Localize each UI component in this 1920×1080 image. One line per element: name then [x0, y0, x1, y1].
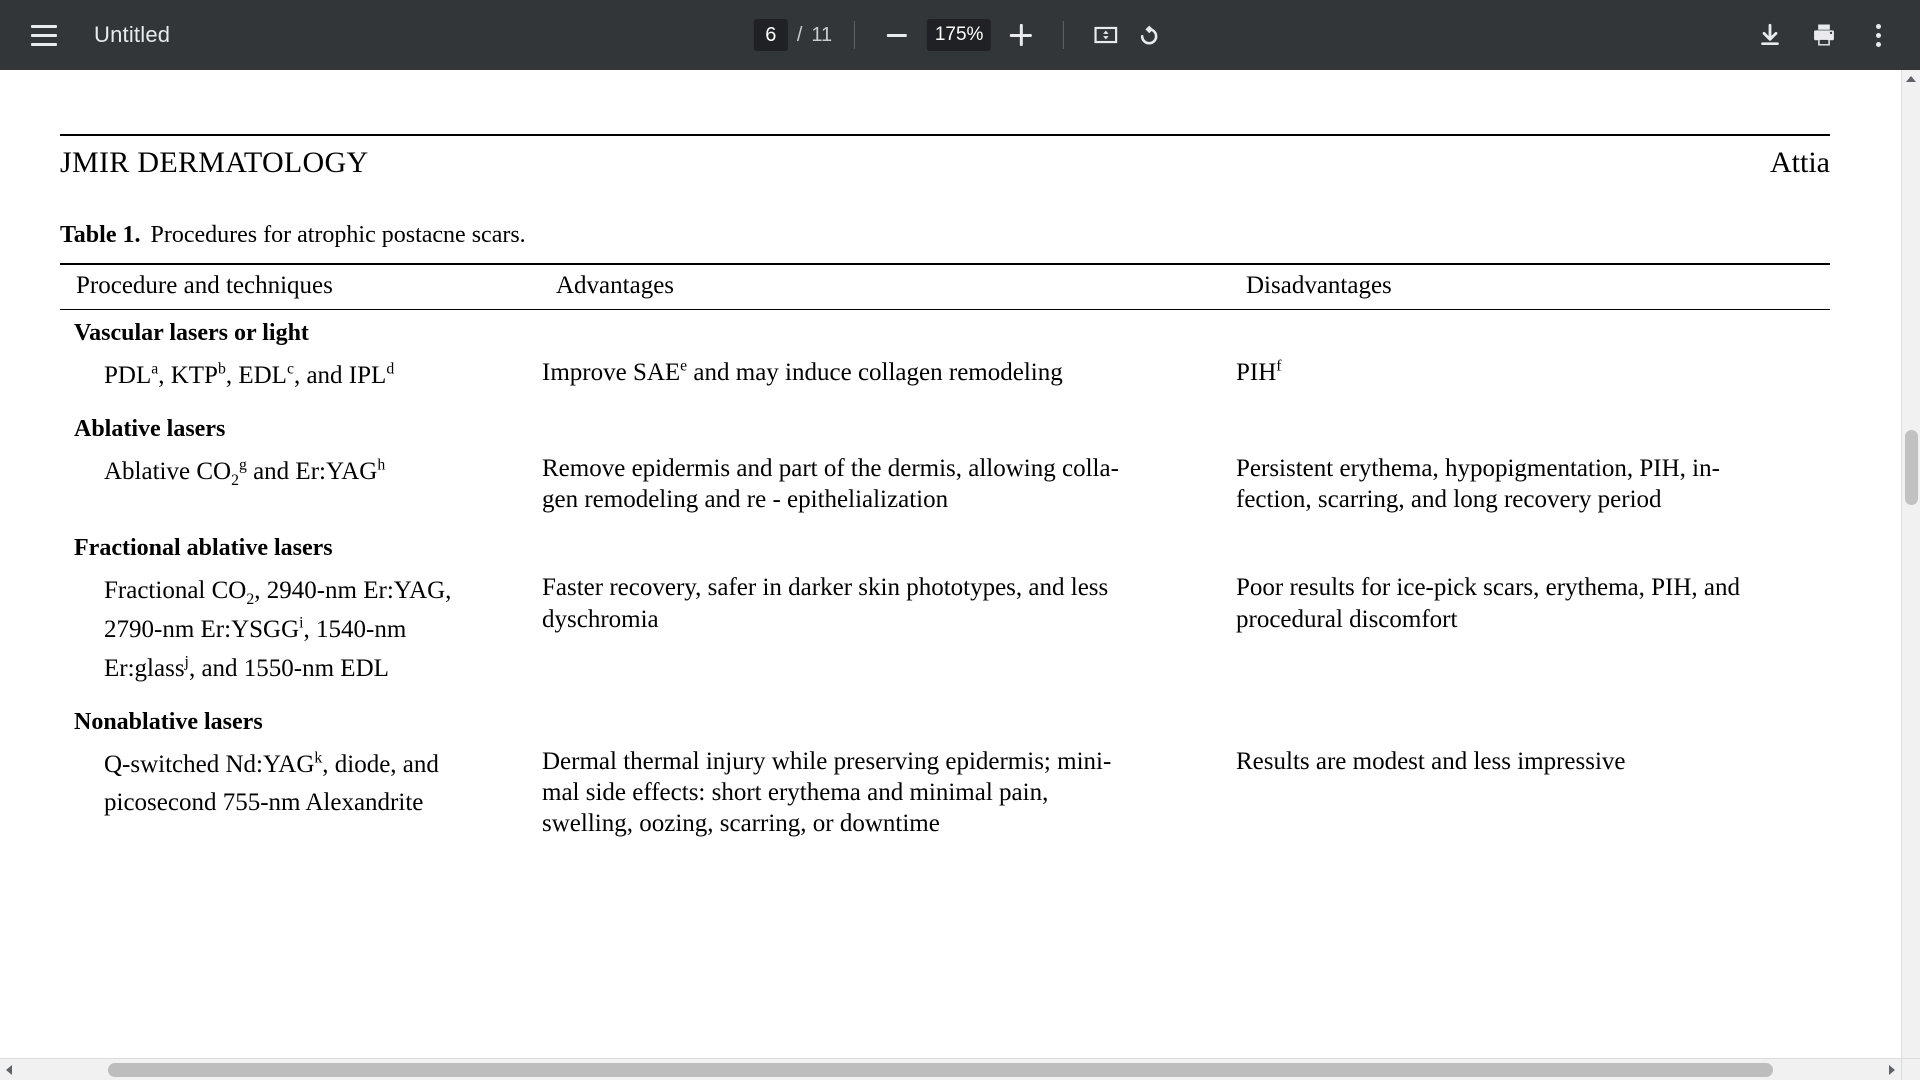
column-header-disadvantages: Disadvantages — [1230, 263, 1830, 310]
zoom-level-value[interactable]: 175% — [927, 19, 992, 51]
scroll-right-button[interactable] — [1883, 1059, 1901, 1080]
zoom-out-button[interactable] — [877, 15, 917, 55]
horizontal-scrollbar[interactable] — [0, 1058, 1901, 1080]
cell-disadvantages: PIHf — [1236, 357, 1282, 386]
vertical-scrollbar-thumb[interactable] — [1905, 430, 1918, 505]
table-caption: Table 1. Procedures for atrophic postacne… — [60, 222, 1830, 249]
table-caption-text: Procedures for atrophic postacne scars. — [150, 222, 526, 248]
hamburger-menu-icon[interactable] — [22, 13, 66, 57]
page-total-count: 11 — [811, 23, 833, 46]
table-header-row: Procedure and techniques Advantages Disa… — [60, 263, 1830, 310]
scroll-left-arrow-icon — [6, 1064, 12, 1075]
vertical-scrollbar[interactable] — [1901, 70, 1920, 1080]
table-group-row: Nonablative lasers — [60, 699, 1830, 740]
menu-bar-1 — [31, 24, 57, 28]
kebab-dot-2 — [1875, 32, 1881, 38]
procedures-table: Procedure and techniques Advantages Disa… — [60, 263, 1830, 849]
table-group-label: Fractional ablative lasers — [74, 535, 333, 562]
table-group-label: Vascular lasers or light — [74, 320, 309, 346]
fit-to-page-button[interactable] — [1086, 15, 1126, 55]
toolbar-divider-1 — [854, 21, 856, 49]
cell-advantages: Remove epidermis and part of the dermis,… — [542, 454, 1119, 513]
page-number-input[interactable] — [753, 19, 788, 51]
document-title: Untitled — [94, 22, 171, 47]
table-group-label: Ablative lasers — [74, 415, 226, 442]
cell-advantages: Dermal thermal injury while preserving e… — [542, 747, 1112, 838]
kebab-dot-3 — [1875, 41, 1881, 47]
download-icon — [1761, 23, 1779, 45]
pdf-viewer-toolbar: Untitled / 11 175% — [0, 0, 1920, 70]
scroll-up-button[interactable] — [1902, 70, 1920, 88]
page-content: JMIR DERMATOLOGY Attia Table 1. Procedure… — [60, 70, 1835, 849]
page-separator: / — [796, 23, 803, 46]
table-row: Q-switched Nd:YAGk, diode, and picosecond… — [60, 740, 1830, 850]
menu-bar-3 — [31, 42, 57, 46]
rotate-counterclockwise-button[interactable] — [1126, 15, 1166, 55]
table-row: Fractional CO2, 2940-nm Er:YAG, 2790-nm E… — [60, 566, 1830, 698]
scroll-right-arrow-icon — [1889, 1064, 1895, 1075]
toolbar-center-group: / 11 175% — [753, 0, 1166, 70]
running-head-author: Attia — [1770, 146, 1830, 179]
rotate-counterclockwise-icon — [1140, 25, 1158, 45]
cell-advantages: Improve SAEe and may induce collagen rem… — [542, 357, 1063, 386]
horizontal-scrollbar-thumb[interactable] — [108, 1063, 1773, 1077]
table-group-label: Nonablative lasers — [74, 708, 263, 735]
table-group-row: Ablative lasers — [60, 406, 1830, 447]
scrollbar-corner — [1901, 1058, 1920, 1080]
more-options-button[interactable] — [1858, 15, 1898, 55]
zoom-controls: 175% — [877, 15, 1041, 55]
column-header-procedure: Procedure and techniques — [60, 263, 540, 310]
table-caption-label: Table 1. — [60, 222, 141, 248]
print-button[interactable] — [1804, 15, 1844, 55]
toolbar-right-group — [1750, 15, 1920, 55]
more-options-kebab-icon — [1875, 23, 1881, 47]
table-group-row: Fractional ablative lasers — [60, 525, 1830, 566]
minus-icon — [887, 33, 908, 37]
print-icon — [1814, 24, 1834, 46]
download-button[interactable] — [1750, 15, 1790, 55]
plus-icon — [1010, 24, 1033, 46]
column-header-advantages: Advantages — [540, 263, 1230, 310]
cell-disadvantages: Poor results for ice-pick scars, erythem… — [1236, 574, 1741, 633]
pdf-viewer-area[interactable]: JMIR DERMATOLOGY Attia Table 1. Procedure… — [0, 70, 1920, 1080]
journal-name: JMIR DERMATOLOGY — [60, 146, 369, 179]
cell-procedure: PDLa, KTPb, EDLc, and IPLd — [104, 360, 395, 389]
scroll-up-arrow-icon — [1906, 76, 1916, 82]
zoom-in-button[interactable] — [1001, 15, 1041, 55]
page-navigation: / 11 — [753, 19, 833, 51]
cell-procedure: Q-switched Nd:YAGk, diode, and picosecond… — [104, 749, 439, 817]
toolbar-left-group: Untitled — [0, 13, 170, 57]
cell-advantages: Faster recovery, safer in darker skin ph… — [542, 574, 1109, 633]
running-head: JMIR DERMATOLOGY Attia — [60, 146, 1830, 180]
cell-procedure: Fractional CO2, 2940-nm Er:YAG, 2790-nm E… — [104, 577, 452, 682]
menu-bar-2 — [31, 33, 57, 37]
cell-disadvantages: Results are modest and less impressive — [1236, 747, 1626, 775]
table-row: Ablative CO2g and Er:YAGh Remove epidermi… — [60, 447, 1830, 526]
cell-procedure: Ablative CO2g and Er:YAGh — [104, 456, 386, 489]
table-row: PDLa, KTPb, EDLc, and IPLd Improve SAEe a… — [60, 351, 1830, 406]
fit-to-page-icon — [1094, 26, 1118, 44]
table-group-row: Vascular lasers or light — [60, 310, 1830, 352]
table-head: Procedure and techniques Advantages Disa… — [60, 263, 1830, 310]
cell-disadvantages: Persistent erythema, hypopigmentation, P… — [1236, 454, 1720, 513]
table-body: Vascular lasers or light PDLa, KTPb, EDLc… — [60, 310, 1830, 850]
scroll-left-button[interactable] — [0, 1059, 18, 1080]
toolbar-divider-2 — [1063, 21, 1065, 49]
kebab-dot-1 — [1875, 23, 1881, 29]
running-head-rule — [60, 134, 1830, 136]
pdf-page-6: JMIR DERMATOLOGY Attia Table 1. Procedure… — [0, 70, 1905, 1080]
